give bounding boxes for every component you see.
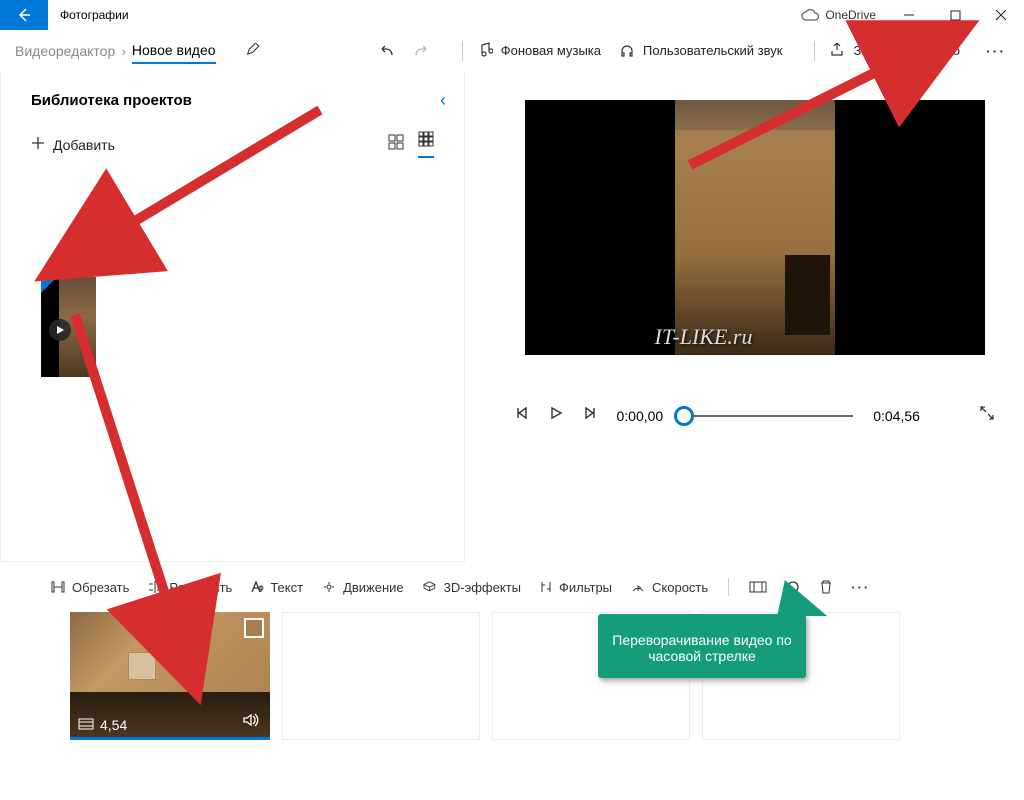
back-button[interactable]: [0, 0, 48, 30]
cloud-icon: [801, 9, 819, 21]
play-icon: [49, 319, 71, 341]
project-library-panel: Библиотека проектов ‹ Добавить: [0, 72, 465, 562]
clip-checkbox[interactable]: [244, 618, 264, 638]
export-icon: [829, 41, 845, 60]
music-icon: [477, 41, 493, 60]
frame-back-button[interactable]: [515, 406, 529, 425]
storyboard-empty-slot[interactable]: [282, 612, 480, 740]
chevron-right-icon: ›: [121, 43, 126, 59]
minimize-button[interactable]: [886, 0, 932, 30]
video-preview[interactable]: IT-LIKE.ru: [525, 100, 985, 355]
custom-audio-button[interactable]: Пользовательский звук: [619, 41, 782, 60]
library-clip[interactable]: [41, 277, 96, 377]
plus-icon: [31, 136, 45, 153]
storyboard-clip[interactable]: 4,54: [70, 612, 270, 740]
playback-controls: 0:00,00 0:04,56: [515, 405, 995, 426]
app-title: Фотографии: [48, 0, 141, 30]
film-icon: [78, 717, 94, 733]
play-button[interactable]: [549, 406, 563, 425]
seek-slider[interactable]: [683, 415, 853, 417]
maximize-button[interactable]: [932, 0, 978, 30]
storyboard: 4,54: [0, 612, 1024, 740]
preview-panel: IT-LIKE.ru 0:00,00 0:04,56: [465, 72, 1024, 562]
filters-button[interactable]: Фильтры: [531, 576, 620, 599]
grid-small-view-button[interactable]: [418, 131, 434, 158]
clip-duration: 4,54: [100, 717, 127, 733]
grid-large-view-button[interactable]: [388, 134, 404, 155]
toolbar-more-button[interactable]: ···: [843, 576, 878, 599]
redo-button[interactable]: [404, 39, 438, 63]
undo-button[interactable]: [370, 39, 404, 63]
used-marker-icon: [41, 277, 57, 293]
time-current: 0:00,00: [617, 408, 664, 424]
frame-forward-button[interactable]: [583, 406, 597, 425]
finish-video-button[interactable]: Завершить видео: [829, 41, 960, 60]
split-button[interactable]: Разделить: [139, 576, 240, 599]
trim-button[interactable]: Обрезать: [42, 576, 137, 599]
clip-volume-button[interactable]: [242, 712, 260, 733]
headphones-icon: [619, 41, 635, 60]
onedrive-status[interactable]: OneDrive: [801, 0, 886, 30]
annotation-callout: Переворачивание видео по часовой стрелке: [598, 614, 806, 678]
background-music-button[interactable]: Фоновая музыка: [477, 41, 601, 60]
menu-bar: Видеоредактор › Новое видео Фоновая музы…: [0, 30, 1024, 72]
fullscreen-button[interactable]: [979, 405, 995, 426]
title-bar: Фотографии OneDrive: [0, 0, 1024, 30]
close-button[interactable]: [978, 0, 1024, 30]
watermark: IT-LIKE.ru: [655, 324, 753, 350]
time-total: 0:04,56: [873, 408, 920, 424]
onedrive-label: OneDrive: [825, 8, 876, 22]
3d-effects-button[interactable]: 3D-эффекты: [414, 576, 529, 599]
motion-button[interactable]: Движение: [313, 576, 412, 599]
add-media-button[interactable]: Добавить: [31, 136, 115, 153]
rename-button[interactable]: [238, 39, 270, 63]
breadcrumb-root[interactable]: Видеоредактор: [15, 43, 115, 59]
text-button[interactable]: Текст: [242, 576, 311, 599]
collapse-library-button[interactable]: ‹: [440, 90, 446, 111]
more-button[interactable]: ···: [978, 39, 1014, 63]
clip-toolbar: Обрезать Разделить Текст Движение 3D-эфф…: [0, 562, 1024, 612]
speed-button[interactable]: Скорость: [622, 576, 716, 599]
library-title: Библиотека проектов: [31, 92, 192, 109]
project-name[interactable]: Новое видео: [132, 42, 216, 64]
